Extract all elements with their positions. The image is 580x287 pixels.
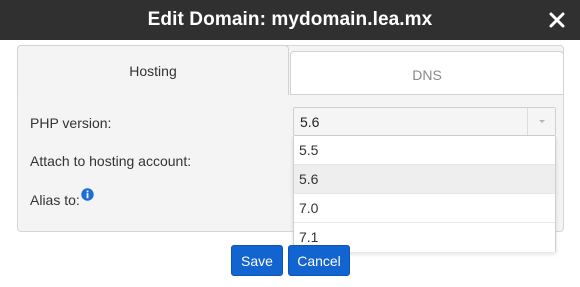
tab-dns[interactable]: DNS xyxy=(290,51,564,95)
dropdown-option-5-5[interactable]: 5.5 xyxy=(294,136,555,165)
tab-strip: Hosting DNS xyxy=(17,45,564,95)
close-icon xyxy=(549,12,565,28)
info-icon[interactable] xyxy=(81,188,94,201)
attach-hosting-label: Attach to hosting account: xyxy=(30,153,192,169)
cancel-button[interactable]: Cancel xyxy=(288,245,350,276)
php-version-label: PHP version: xyxy=(30,115,112,131)
dialog-titlebar: Edit Domain: mydomain.lea.mx xyxy=(0,0,580,40)
php-version-dropdown: 5.5 5.6 7.0 7.1 xyxy=(293,136,556,252)
close-button[interactable] xyxy=(544,6,570,34)
alias-to-label: Alias to: xyxy=(30,188,94,208)
dropdown-option-5-6[interactable]: 5.6 xyxy=(294,165,555,194)
select-arrow[interactable] xyxy=(527,108,555,135)
alias-to-text: Alias to: xyxy=(30,192,80,208)
php-version-value: 5.6 xyxy=(300,114,320,130)
dropdown-option-7-0[interactable]: 7.0 xyxy=(294,194,555,223)
save-button[interactable]: Save xyxy=(231,245,283,276)
dialog-title: Edit Domain: mydomain.lea.mx xyxy=(147,9,433,30)
chevron-down-icon xyxy=(539,120,545,123)
php-version-select[interactable]: 5.6 xyxy=(293,107,556,136)
tab-hosting[interactable]: Hosting xyxy=(17,45,289,95)
